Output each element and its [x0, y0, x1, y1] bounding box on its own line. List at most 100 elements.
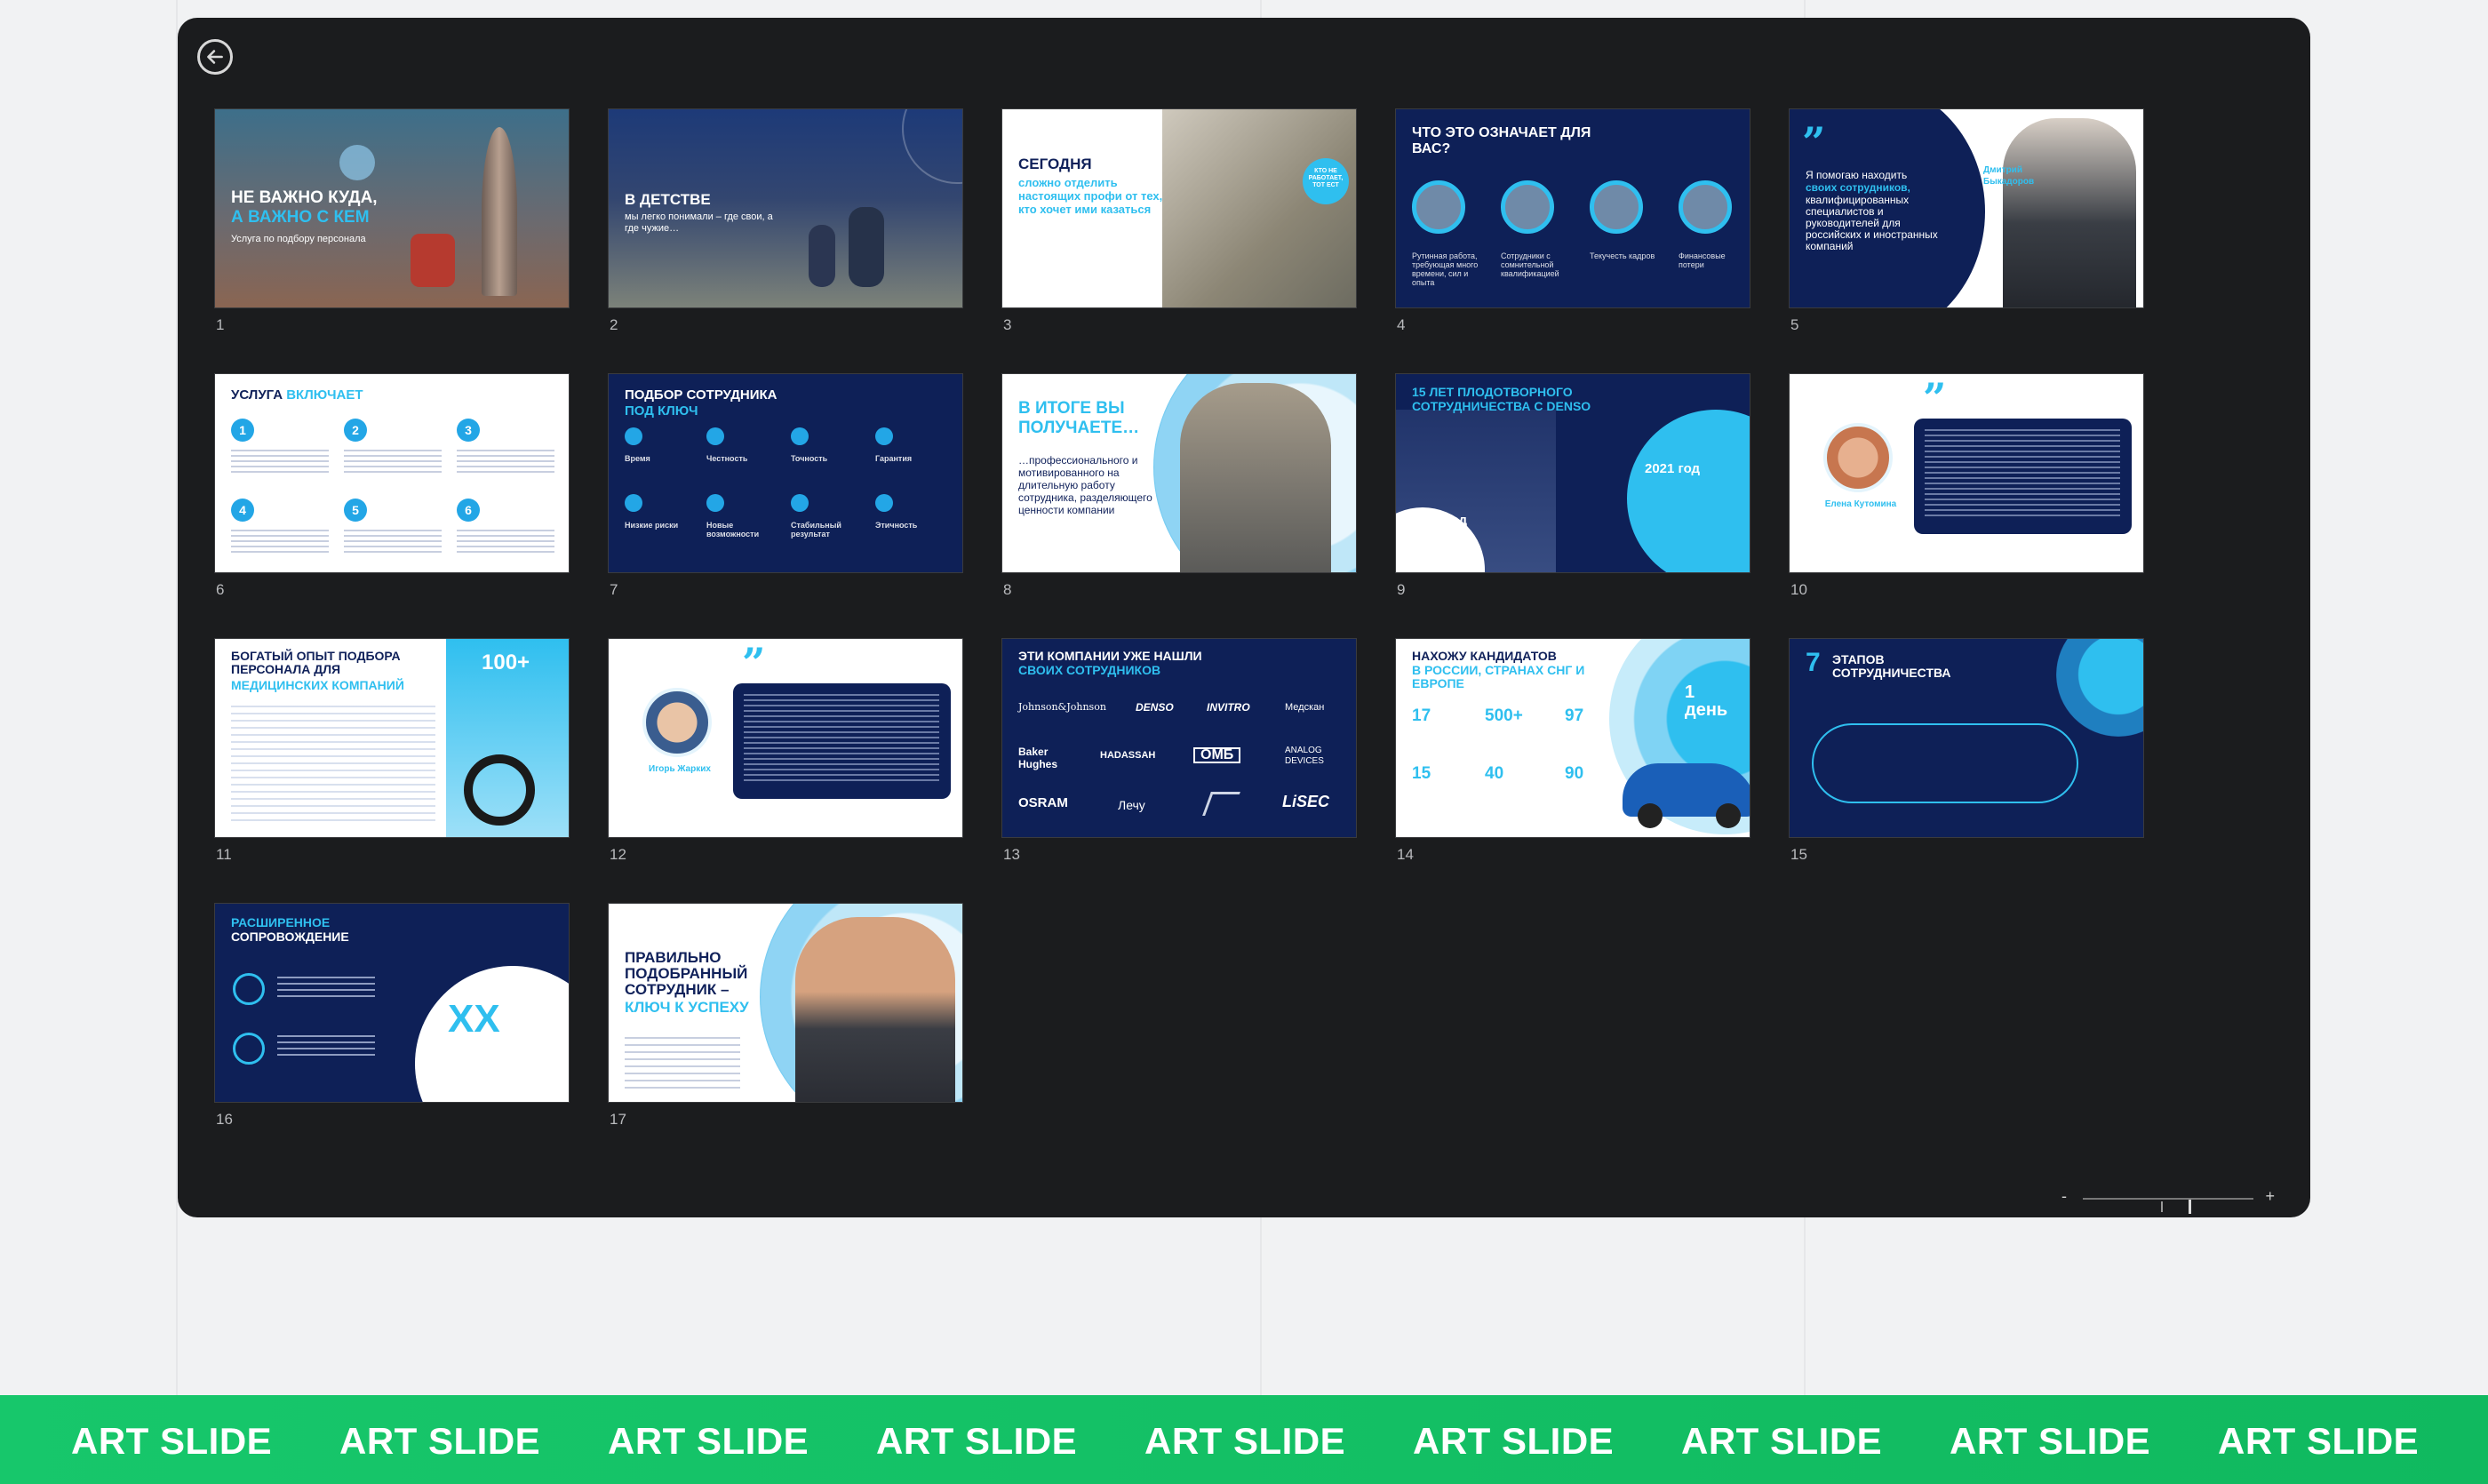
slide-title-accent: своих сотрудников,: [1806, 181, 1910, 194]
item-label: Низкие риски: [625, 521, 679, 530]
kids-shape: [809, 225, 835, 287]
banner-label: ART SLIDE: [1413, 1420, 1615, 1462]
slide-preview: Игорь Жарких ”: [608, 638, 963, 838]
slide-title-accent: СОПРОВОЖДЕНИЕ: [231, 929, 349, 944]
slide-title: 7: [1806, 648, 1821, 677]
client-logo: OSRAM: [1018, 795, 1068, 810]
item-dot: [791, 494, 809, 512]
slide-title-accent: В РОССИИ, СТРАНАХ СНГ И ЕВРОПЕ: [1412, 663, 1585, 690]
item-label: Сотрудники с сомнительной квалификацией: [1501, 251, 1559, 278]
slide-thumbnail-17[interactable]: ПРАВИЛЬНО ПОДОБРАННЫЙ СОТРУДНИК – КЛЮЧ К…: [608, 903, 963, 1128]
title-main: УСЛУГА: [231, 387, 283, 403]
zoom-control: - +: [2061, 1187, 2275, 1214]
zoom-in-button[interactable]: +: [2265, 1187, 2275, 1206]
slide-preview: ” Я помогаю находить своих сотрудников, …: [1789, 108, 2144, 308]
slide-preview: РАСШИРЕННОЕ СОПРОВОЖДЕНИЕ XX: [214, 903, 570, 1103]
slide-number: 14: [1397, 846, 1414, 863]
car-wheel: [1716, 803, 1741, 828]
photo-man: [1180, 383, 1331, 572]
slide-sorter-panel: НЕ ВАЖНО КУДА, А ВАЖНО С КЕМ Услуга по п…: [178, 18, 2310, 1217]
item-dot: [625, 494, 642, 512]
slide-title: ПОДБОР СОТРУДНИКА: [625, 387, 778, 403]
slide-preview: НЕ ВАЖНО КУДА, А ВАЖНО С КЕМ Услуга по п…: [214, 108, 570, 308]
bird-logo-icon: [1202, 792, 1240, 816]
text-placeholder: [344, 450, 442, 476]
car-wheel: [1638, 803, 1663, 828]
item-dot: [875, 494, 893, 512]
slide-number: 13: [1003, 846, 1020, 863]
slide-preview: НАХОЖУ КАНДИДАТОВ В РОССИИ, СТРАНАХ СНГ …: [1395, 638, 1750, 838]
photo-man: [1162, 109, 1356, 307]
slide-title-accent: МЕДИЦИНСКИХ КОМПАНИЙ: [231, 678, 404, 692]
zoom-out-button[interactable]: -: [2061, 1187, 2067, 1206]
item-dot: [706, 427, 724, 445]
stat-value: XX: [448, 997, 500, 1041]
slide-title: Я помогаю находить: [1806, 169, 1908, 181]
arrow-left-icon: [207, 50, 223, 64]
slide-thumbnail-1[interactable]: НЕ ВАЖНО КУДА, А ВАЖНО С КЕМ Услуга по п…: [214, 108, 570, 333]
text-placeholder: [1925, 429, 2120, 518]
slide-thumbnail-12[interactable]: Игорь Жарких ” 12: [608, 638, 963, 863]
zoom-tick: [2161, 1201, 2164, 1212]
person-name: Игорь Жарких: [649, 764, 711, 774]
slide-title: ПРАВИЛЬНО ПОДОБРАННЫЙ СОТРУДНИК –: [625, 949, 748, 998]
kids-shape: [849, 207, 884, 287]
back-button[interactable]: [197, 39, 233, 75]
person-name: Дмитрий Быкадоров: [1983, 165, 2035, 187]
slide-number: 11: [216, 846, 232, 863]
item-label: Время: [625, 454, 650, 463]
slide-number: 5: [1790, 316, 1799, 333]
slide-title-accent: СВОИХ СОТРУДНИКОВ: [1018, 663, 1161, 677]
slide-thumbnail-13[interactable]: ЭТИ КОМПАНИИ УЖЕ НАШЛИ СВОИХ СОТРУДНИКОВ…: [1001, 638, 1357, 863]
astronauts-shape: [411, 234, 455, 287]
slide-thumbnail-2[interactable]: В ДЕТСТВЕ мы легко понимали – где свои, …: [608, 108, 963, 333]
item-label: Этичность: [875, 521, 918, 530]
highlight-circle: [2056, 639, 2143, 737]
slide-thumbnail-15[interactable]: 7 ЭТАПОВ СОТРУДНИЧЕСТВА 15: [1789, 638, 2144, 863]
banner-label: ART SLIDE: [608, 1420, 809, 1462]
zoom-slider-handle[interactable]: [2189, 1200, 2192, 1214]
slide-thumbnail-16[interactable]: РАСШИРЕННОЕ СОПРОВОЖДЕНИЕ XX 16: [214, 903, 570, 1128]
slide-thumbnail-14[interactable]: НАХОЖУ КАНДИДАТОВ В РОССИИ, СТРАНАХ СНГ …: [1395, 638, 1750, 863]
slide-title-accent: ЭТАПОВ СОТРУДНИЧЕСТВА: [1832, 652, 1951, 680]
person-name: Елена Кутомина: [1824, 499, 1897, 509]
item-label: Текучесть кадров: [1590, 251, 1655, 260]
client-logo: Johnson&Johnson: [1018, 701, 1106, 713]
quote-icon: ”: [1923, 374, 1947, 422]
slide-thumbnail-10[interactable]: Елена Кутомина ” 10: [1789, 373, 2144, 598]
slide-thumbnail-11[interactable]: БОГАТЫЙ ОПЫТ ПОДБОРА ПЕРСОНАЛА ДЛЯ МЕДИЦ…: [214, 638, 570, 863]
photo-man: [795, 917, 955, 1102]
slide-title: БОГАТЫЙ ОПЫТ ПОДБОРА ПЕРСОНАЛА ДЛЯ: [231, 649, 401, 676]
slide-thumbnail-8[interactable]: В ИТОГЕ ВЫ ПОЛУЧАЕТЕ… …профессионального…: [1001, 373, 1357, 598]
item-label: Честность: [706, 454, 748, 463]
slide-title-accent: КЛЮЧ К УСПЕХУ: [625, 999, 749, 1016]
slide-thumbnail-5[interactable]: ” Я помогаю находить своих сотрудников, …: [1789, 108, 2144, 333]
slide-preview: 15 ЛЕТ ПЛОДОТВОРНОГО СОТРУДНИЧЕСТВА С DE…: [1395, 373, 1750, 573]
client-logo: HADASSAH: [1100, 750, 1156, 761]
slide-thumbnail-6[interactable]: УСЛУГА ВКЛЮЧАЕТ 1 2 3 4 5 6 6: [214, 373, 570, 598]
slide-title: УСЛУГА ВКЛЮЧАЕТ: [231, 387, 444, 403]
stethoscope-shape: [464, 754, 535, 826]
client-logo: INVITRO: [1207, 701, 1250, 714]
item-label: Стабильный результат: [791, 521, 841, 539]
banner-label: ART SLIDE: [1950, 1420, 2151, 1462]
banner-label: ART SLIDE: [876, 1420, 1078, 1462]
year-end: 2021 год: [1645, 461, 1701, 476]
slide-title: СЕГОДНЯ: [1018, 156, 1092, 172]
rocket-shape: [482, 127, 517, 296]
slide-preview: ПРАВИЛЬНО ПОДОБРАННЫЙ СОТРУДНИК – КЛЮЧ К…: [608, 903, 963, 1103]
client-logo: DENSO: [1136, 701, 1174, 714]
slide-subtitle: сложно отделить настоящих профи от тех, …: [1018, 176, 1163, 216]
sun-glow: [339, 145, 375, 180]
item-dot: [875, 427, 893, 445]
zoom-slider-track[interactable]: [2083, 1198, 2253, 1214]
stat-value: 97: [1565, 706, 1584, 725]
slide-preview: ЭТИ КОМПАНИИ УЖЕ НАШЛИ СВОИХ СОТРУДНИКОВ…: [1001, 638, 1357, 838]
ring-decoration: [902, 109, 962, 184]
slide-thumbnail-9[interactable]: 15 ЛЕТ ПЛОДОТВОРНОГО СОТРУДНИЧЕСТВА С DE…: [1395, 373, 1750, 598]
slide-body: квалифицированных специалистов и руковод…: [1806, 194, 1938, 252]
slide-thumbnail-3[interactable]: КТО НЕ РАБОТАЕТ, ТОТ ЕСТ СЕГОДНЯ сложно …: [1001, 108, 1357, 333]
slide-thumbnail-7[interactable]: ПОДБОР СОТРУДНИКА ПОД КЛЮЧ Время Честнос…: [608, 373, 963, 598]
slide-thumbnail-4[interactable]: ЧТО ЭТО ОЗНАЧАЕТ ДЛЯ ВАС? Рутинная работ…: [1395, 108, 1750, 333]
client-logo: ОМБ: [1193, 747, 1241, 763]
